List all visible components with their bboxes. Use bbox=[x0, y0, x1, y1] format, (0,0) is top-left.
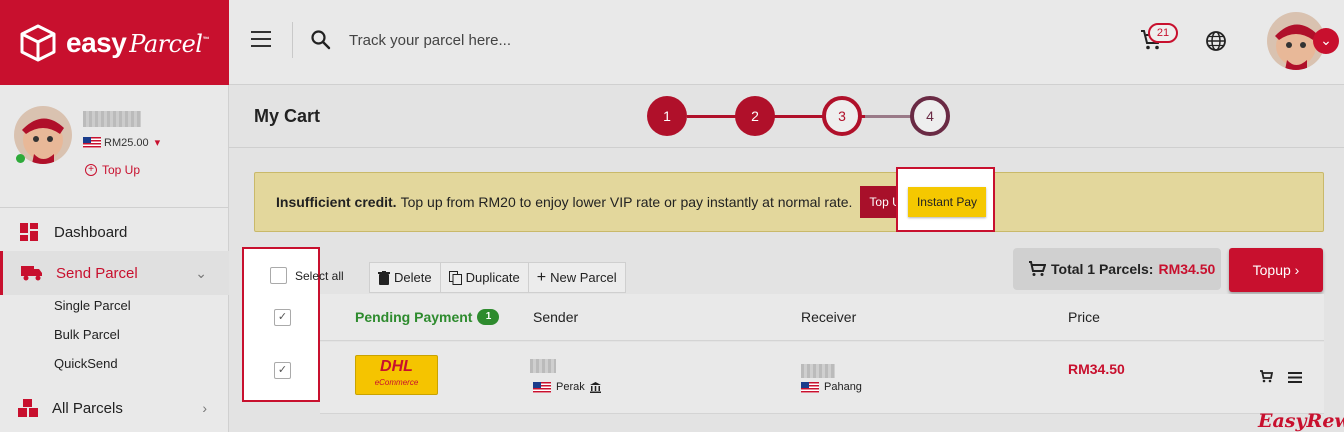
cart-toolbar: Delete Duplicate + New Parcel bbox=[369, 262, 626, 293]
table-header: Pending Payment 1 Sender Receiver Price bbox=[320, 294, 1324, 341]
box-logo-icon bbox=[20, 24, 56, 61]
dashboard-icon bbox=[20, 223, 38, 241]
sender-location: Perak bbox=[533, 381, 601, 393]
cart-icon bbox=[1029, 261, 1046, 276]
new-parcel-button[interactable]: + New Parcel bbox=[529, 263, 625, 292]
top-bar: 21 ⌄ bbox=[229, 0, 1344, 85]
divider bbox=[229, 147, 1344, 148]
main-content: My Cart 1 2 3 4 Insufficient credit. Top… bbox=[229, 85, 1344, 432]
step-4: 4 bbox=[910, 96, 950, 136]
blurred-receiver-name bbox=[801, 364, 835, 378]
malaysia-flag-icon bbox=[83, 137, 101, 148]
globe-icon[interactable] bbox=[1205, 30, 1227, 52]
add-to-cart-icon[interactable] bbox=[1259, 370, 1273, 383]
chevron-down-icon[interactable]: ▾ bbox=[155, 136, 161, 149]
chevron-down-icon: ⌄ bbox=[195, 264, 207, 281]
divider bbox=[292, 22, 293, 58]
step-2: 2 bbox=[735, 96, 775, 136]
step-1: 1 bbox=[647, 96, 687, 136]
sidebar-item-all-parcels[interactable]: All Parcels › bbox=[0, 391, 229, 425]
instant-pay-highlight: Instant Pay bbox=[896, 167, 995, 232]
delete-button[interactable]: Delete bbox=[370, 263, 441, 292]
divider bbox=[0, 207, 229, 208]
search-icon bbox=[311, 30, 331, 50]
bank-icon bbox=[589, 381, 601, 393]
sidebar-item-bulk-parcel[interactable]: Bulk Parcel bbox=[54, 327, 120, 342]
chevron-right-icon: › bbox=[202, 400, 207, 416]
parcels-icon bbox=[18, 399, 38, 417]
instant-pay-button[interactable]: Instant Pay bbox=[908, 187, 986, 217]
easyreward-watermark: EasyReward bbox=[1258, 410, 1344, 432]
group-checkbox[interactable]: ✓ bbox=[274, 309, 291, 326]
pending-count-badge: 1 bbox=[477, 309, 500, 325]
cart-count-badge: 21 bbox=[1148, 23, 1178, 43]
malaysia-flag-icon bbox=[801, 381, 819, 393]
sidebar-item-single-parcel[interactable]: Single Parcel bbox=[54, 298, 131, 313]
row-menu-icon[interactable] bbox=[1288, 372, 1302, 383]
duplicate-button[interactable]: Duplicate bbox=[441, 263, 529, 292]
sidebar: RM25.00 ▾ + Top Up Dashboard Send Parcel… bbox=[0, 85, 229, 432]
credit-balance[interactable]: RM25.00 ▾ bbox=[83, 136, 160, 149]
plus-circle-icon: + bbox=[85, 164, 97, 176]
insufficient-credit-alert: Insufficient credit. Top up from RM20 to… bbox=[254, 172, 1324, 232]
logo[interactable]: easy Parcel™ bbox=[0, 0, 229, 85]
blurred-username bbox=[83, 111, 141, 127]
sidebar-topup-link[interactable]: + Top Up bbox=[85, 163, 140, 177]
select-all-checkbox[interactable] bbox=[270, 267, 287, 284]
dhl-ecommerce-logo: DHL eCommerce bbox=[355, 355, 438, 395]
plus-icon: + bbox=[536, 268, 547, 286]
brand-name: easy Parcel™ bbox=[66, 26, 209, 58]
receiver-location: Pahang bbox=[801, 381, 862, 393]
malaysia-flag-icon bbox=[533, 381, 551, 393]
menu-icon[interactable] bbox=[251, 31, 271, 49]
row-checkbox[interactable]: ✓ bbox=[274, 362, 291, 379]
truck-icon bbox=[21, 266, 42, 281]
table-row[interactable]: DHL eCommerce Perak Pahang RM34.50 bbox=[320, 342, 1324, 414]
step-3: 3 bbox=[822, 96, 862, 136]
online-status-dot bbox=[16, 154, 25, 163]
col-receiver: Receiver bbox=[801, 309, 857, 325]
avatar-dropdown-icon[interactable]: ⌄ bbox=[1313, 28, 1339, 54]
topup-button[interactable]: Topup › bbox=[1229, 248, 1323, 292]
row-price: RM34.50 bbox=[1068, 361, 1125, 377]
sidebar-item-quicksend[interactable]: QuickSend bbox=[54, 356, 118, 371]
track-parcel-input[interactable] bbox=[349, 27, 849, 53]
col-price: Price bbox=[1068, 309, 1100, 325]
sidebar-item-dashboard[interactable]: Dashboard bbox=[0, 213, 229, 251]
sidebar-item-send-parcel[interactable]: Send Parcel ⌄ bbox=[0, 251, 229, 295]
select-all-label: Select all bbox=[295, 269, 344, 283]
cart-total: Total 1 Parcels: RM34.50 bbox=[1013, 248, 1221, 290]
page-title: My Cart bbox=[254, 106, 321, 126]
blurred-sender-name bbox=[530, 359, 556, 373]
col-sender: Sender bbox=[533, 309, 579, 325]
copy-icon bbox=[448, 270, 462, 285]
trash-icon bbox=[378, 270, 390, 285]
pending-payment-label: Pending Payment 1 bbox=[355, 309, 500, 325]
